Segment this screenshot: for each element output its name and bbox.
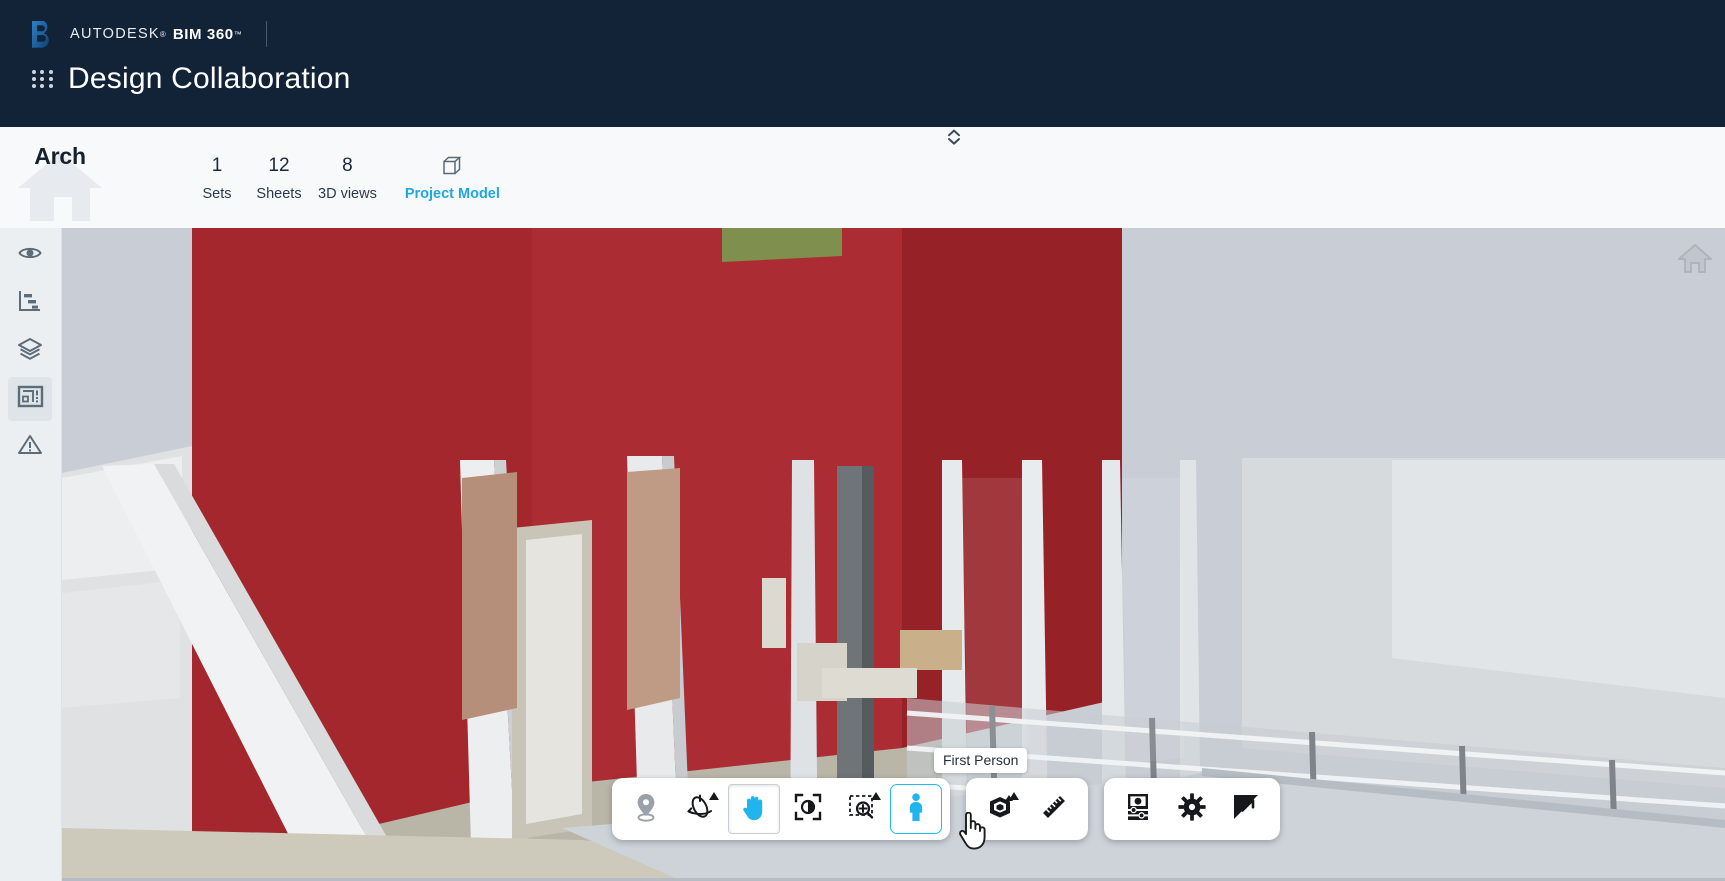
- brand-product-text: BIM 360: [172, 25, 234, 43]
- brand-autodesk-trademark: ®: [159, 29, 166, 39]
- section-chart-icon: [17, 288, 43, 319]
- zoom-dropdown-caret-icon[interactable]: [871, 792, 881, 800]
- explode-slider-icon: [1125, 792, 1151, 827]
- apps-grid-icon[interactable]: [32, 68, 54, 90]
- tab-label-sets: Sets: [202, 186, 232, 202]
- location-pin-icon: [632, 792, 660, 827]
- brand-divider: [265, 21, 267, 47]
- display-group: [1104, 778, 1280, 840]
- fullscreen-icon: [1232, 793, 1260, 826]
- brand-autodesk-text: AUTODESK: [70, 26, 160, 42]
- tab-label-sheets: Sheets: [256, 186, 302, 202]
- layers-stack-icon: [17, 336, 43, 367]
- sidebar-item-layers[interactable]: [8, 329, 52, 373]
- team-name: Arch: [34, 143, 86, 169]
- settings-button[interactable]: [1166, 784, 1218, 834]
- eye-icon: [17, 240, 43, 271]
- tab-sets[interactable]: 1 Sets: [186, 153, 248, 202]
- tools-group: [966, 778, 1088, 840]
- autodesk-b-logo-icon[interactable]: [30, 20, 57, 49]
- cube-icon: [441, 153, 463, 179]
- navigation-group: [612, 778, 950, 840]
- sidebar-item-section[interactable]: [8, 281, 52, 325]
- top-navigation-bar: AUTODESK ® BIM 360 ™ Design Collaboratio…: [0, 0, 1725, 127]
- sidebar-item-issues[interactable]: [8, 425, 52, 469]
- measure-button[interactable]: [1028, 784, 1080, 834]
- ruler-icon: [1039, 792, 1069, 827]
- sidebar-item-visibility[interactable]: [8, 233, 52, 277]
- fit-to-view-button[interactable]: [782, 784, 834, 834]
- section-analysis-button[interactable]: [974, 784, 1026, 834]
- section-dropdown-caret-icon[interactable]: [1009, 792, 1019, 800]
- app-title-row: Design Collaboration: [32, 62, 351, 96]
- sets-count: 1: [211, 155, 223, 176]
- sheets-count: 12: [268, 155, 290, 176]
- pan-button[interactable]: [728, 784, 780, 834]
- first-person-icon: [903, 792, 929, 827]
- orbit-dropdown-caret-icon[interactable]: [709, 792, 719, 800]
- viewer-left-toolbar: [0, 228, 62, 881]
- section-pin-button[interactable]: [620, 784, 672, 834]
- tab-project-model[interactable]: Project Model: [397, 153, 508, 202]
- sidebar-item-model-browser[interactable]: [8, 377, 52, 421]
- warning-triangle-icon: [17, 432, 43, 463]
- first-person-button[interactable]: [890, 784, 942, 834]
- view-home-icon[interactable]: [1675, 236, 1715, 274]
- gear-icon: [1177, 792, 1207, 827]
- page-title: Design Collaboration: [68, 62, 351, 95]
- brand-row: AUTODESK ® BIM 360 ™: [30, 18, 267, 50]
- explode-button[interactable]: [1112, 784, 1164, 834]
- bim360-design-collaboration-app: AUTODESK ® BIM 360 ™ Design Collaboratio…: [0, 0, 1725, 881]
- views-count: 8: [342, 155, 353, 176]
- zoom-window-button[interactable]: [836, 784, 888, 834]
- viewer-bottom-toolbar: [612, 778, 1280, 840]
- fullscreen-button[interactable]: [1220, 784, 1272, 834]
- tab-label-project-model: Project Model: [404, 186, 500, 202]
- orbit-button[interactable]: [674, 784, 726, 834]
- tab-label-3d-views: 3D views: [318, 186, 377, 202]
- chevron-up-down-icon: [945, 127, 963, 152]
- collapse-handle-wing-right: [1000, 127, 1052, 149]
- hand-pan-icon: [740, 792, 768, 827]
- tab-sheets[interactable]: 12 Sheets: [248, 153, 310, 202]
- model-browser-icon: [17, 383, 44, 415]
- project-tabs: 1 Sets 12 Sheets 8 3D views Project Mode…: [186, 153, 508, 202]
- brand-product-trademark: ™: [233, 29, 242, 39]
- collapse-handle-wing-left: [856, 127, 908, 149]
- tab-3d-views[interactable]: 8 3D views: [310, 153, 385, 202]
- team-badge[interactable]: Arch: [16, 135, 104, 221]
- fit-to-view-icon: [793, 792, 823, 827]
